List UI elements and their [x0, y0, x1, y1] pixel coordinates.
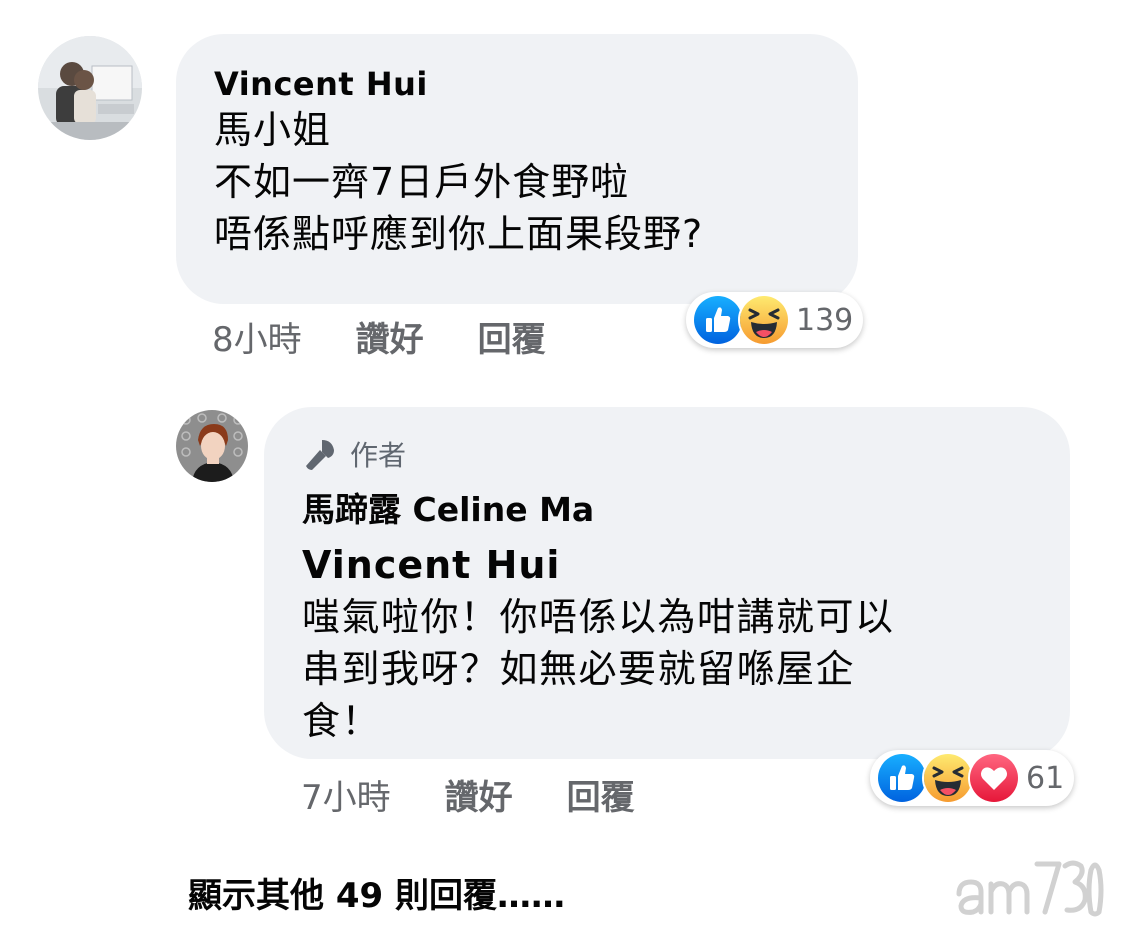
reaction-count: 61	[1026, 760, 1065, 796]
like-icon	[692, 294, 744, 346]
comment-thread: Vincent Hui 馬小姐 不如一齊7日戶外食野啦 唔係點呼應到你上面果段野…	[0, 0, 1125, 936]
reply-line-2: 串到我呀？如無必要就留喺屋企	[302, 647, 856, 691]
comment-line-3: 唔係點呼應到你上面果段野?	[214, 212, 704, 256]
reply-actions: 7小時 讚好 回覆	[301, 768, 635, 820]
mention-tag[interactable]: Vincent Hui	[302, 539, 1032, 591]
haha-icon	[922, 752, 974, 804]
am730-watermark-logo	[953, 850, 1105, 922]
replier-avatar[interactable]	[176, 410, 248, 482]
like-icon	[876, 752, 928, 804]
comment-timestamp[interactable]: 8小時	[212, 312, 302, 361]
reply-button[interactable]: 回覆	[478, 312, 546, 361]
reaction-count: 139	[796, 302, 854, 338]
comment-line-2: 不如一齊7日戶外食野啦	[214, 160, 630, 204]
reply-line-1: 嗤氣啦你！你唔係以為咁講就可以	[302, 595, 895, 639]
replier-name[interactable]: 馬蹄露 Celine Ma	[302, 487, 1032, 533]
author-badge-label: 作者	[350, 439, 407, 472]
comment-actions: 8小時 讚好 回覆	[212, 310, 546, 362]
like-button[interactable]: 讚好	[445, 770, 513, 819]
haha-icon	[738, 294, 790, 346]
reaction-summary[interactable]: 139	[686, 292, 864, 348]
reply-bubble: 作者 馬蹄露 Celine Ma Vincent Hui 嗤氣啦你！你唔係以為咁…	[264, 407, 1070, 759]
like-button[interactable]: 讚好	[356, 312, 424, 361]
author-badge: 作者	[302, 433, 1032, 475]
commenter-avatar[interactable]	[38, 36, 142, 140]
reply-line-3: 食！	[302, 699, 382, 743]
comment-bubble: Vincent Hui 馬小姐 不如一齊7日戶外食野啦 唔係點呼應到你上面果段野…	[176, 34, 858, 304]
love-icon	[968, 752, 1020, 804]
comment-line-1: 馬小姐	[214, 108, 332, 152]
microphone-icon	[302, 436, 338, 472]
reply-button[interactable]: 回覆	[567, 770, 635, 819]
reply-reaction-summary[interactable]: 61	[870, 750, 1075, 806]
show-more-replies-link[interactable]: 顯示其他 49 則回覆……	[188, 868, 565, 917]
reply-timestamp[interactable]: 7小時	[301, 770, 391, 819]
commenter-name[interactable]: Vincent Hui	[214, 64, 820, 104]
